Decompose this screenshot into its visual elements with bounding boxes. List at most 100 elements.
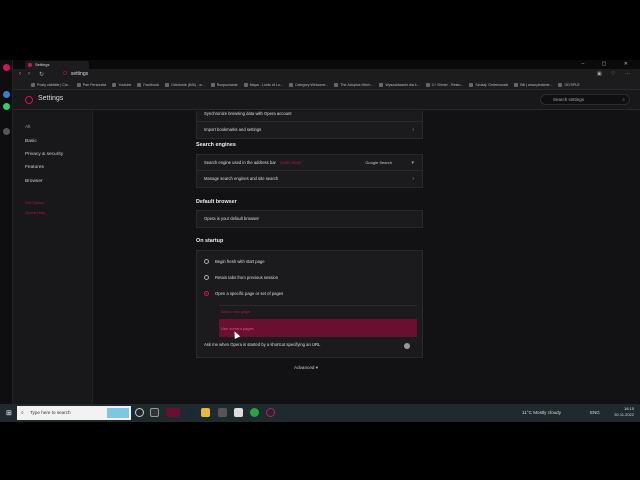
advanced-toggle[interactable]: Advanced ▾	[294, 365, 318, 371]
nav-section-label: Alt	[25, 125, 31, 130]
search-icon: ⌕	[622, 97, 625, 103]
task-view-icon[interactable]	[150, 408, 159, 417]
bookmark-favicon-icon	[425, 83, 430, 87]
chevron-right-icon: ›	[412, 127, 414, 133]
use-current-pages-row[interactable]: Use current pages	[219, 319, 417, 337]
back-arrow-icon[interactable]: ‹	[19, 71, 21, 77]
taskbar-search-input[interactable]: ⌕ Type here to search	[17, 406, 131, 420]
tab-strip: Settings – ▢ ✕	[13, 60, 640, 69]
opera-logo-icon	[25, 96, 33, 104]
nav-item-browser[interactable]: Browser	[25, 179, 43, 184]
desktop-screen: Settings – ▢ ✕ ‹ › ↻ Osettings ▣ ♡ ⋯ Pos…	[0, 60, 640, 422]
learn-more-link[interactable]: Learn more	[280, 160, 301, 165]
bookmark-favicon-icon	[137, 83, 142, 87]
bookmark-favicon-icon	[469, 83, 474, 87]
import-row[interactable]: Import bookmarks and settings ›	[197, 122, 422, 138]
radio-button[interactable]	[204, 259, 209, 265]
bookmark-item[interactable]: Wyszukiwanie dla k...	[379, 83, 420, 87]
bookmark-favicon-icon	[112, 83, 117, 87]
radio-button[interactable]	[204, 275, 209, 281]
xbox-icon[interactable]	[250, 408, 259, 417]
manage-search-engines-row[interactable]: Manage search engines and site search ›	[197, 171, 422, 187]
weather-widget[interactable]: 11°C Mostly cloudy	[522, 410, 561, 415]
settings-header: Settings Search settings ⌕	[13, 90, 640, 110]
bookmark-item[interactable]: Szukaj: Gmberowski	[469, 83, 508, 87]
startup-option-retain[interactable]: Retain tabs from previous session	[204, 275, 278, 281]
bookmark-favicon-icon	[558, 83, 563, 87]
search-engine-row[interactable]: Search engine used in the address bar Lea…	[197, 155, 422, 171]
ask-on-shortcut-toggle[interactable]	[404, 343, 410, 349]
windows-start-icon[interactable]: ⊞	[6, 409, 12, 417]
bookmark-favicon-icon	[288, 83, 293, 87]
bookmark-item[interactable]: Youtube	[112, 83, 131, 87]
on-startup-title: On startup	[196, 238, 224, 244]
chevron-right-icon: ›	[412, 176, 414, 182]
opera-logo-icon: O	[63, 71, 67, 77]
toolbar-icons[interactable]: ▣ ♡ ⋯	[597, 71, 634, 77]
default-browser-title: Default browser	[196, 199, 237, 205]
messenger-icon[interactable]	[3, 91, 10, 98]
url-field[interactable]: Osettings	[63, 71, 88, 77]
steam-icon[interactable]	[186, 408, 195, 417]
history-icon[interactable]	[3, 128, 10, 135]
bookmark-item[interactable]: Posty zabitełe | Clo...	[31, 83, 71, 87]
sync-row[interactable]: Synchronize browsing data with Opera acc…	[197, 111, 422, 122]
settings-tab-icon	[28, 63, 32, 67]
cortana-icon[interactable]	[135, 408, 144, 417]
search-engines-title: Search engines	[196, 142, 236, 148]
reload-icon[interactable]: ↻	[39, 71, 44, 78]
nav-item-features[interactable]: Features	[25, 165, 44, 170]
file-explorer-icon[interactable]	[201, 408, 210, 417]
add-new-page-link[interactable]: Add a new page	[221, 309, 250, 314]
default-browser-row: Opera is your default browser	[204, 216, 259, 221]
opera-menu-icon[interactable]	[3, 64, 10, 71]
settings-nav: Alt Basic Privacy & security Features Br…	[13, 111, 93, 404]
bookmark-item[interactable]: Facebook	[137, 83, 159, 87]
sync-card: Synchronize browsing data with Opera acc…	[196, 111, 423, 139]
bookmark-item[interactable]: C:\ Shmer - Resto...	[425, 83, 463, 87]
app-icon[interactable]	[218, 408, 227, 417]
bookmark-favicon-icon	[210, 83, 215, 87]
bookmark-favicon-icon	[165, 83, 170, 87]
window-controls[interactable]: – ▢ ✕	[582, 60, 636, 69]
tab-settings[interactable]: Settings	[25, 61, 89, 69]
bookmark-favicon-icon	[243, 83, 248, 87]
bookmarks-bar: Posty zabitełe | Clo... Pan Personeld Yout…	[13, 81, 640, 90]
bookmark-favicon-icon	[379, 83, 384, 87]
bookmark-item[interactable]: OD'SPLE	[558, 83, 580, 87]
bookmark-item[interactable]: Odstronie (840) - w...	[165, 83, 205, 87]
opera-gx-icon[interactable]	[266, 408, 275, 417]
bookmark-favicon-icon	[31, 83, 35, 87]
search-settings-input[interactable]: Search settings ⌕	[540, 94, 630, 105]
notes-icon[interactable]	[234, 408, 243, 417]
bookmark-favicon-icon	[76, 83, 81, 87]
default-browser-card: Opera is your default browser	[196, 210, 423, 228]
opera-sidebar	[0, 60, 13, 404]
on-startup-card: Begin fresh with start page Retain tabs …	[196, 250, 423, 358]
forward-arrow-icon[interactable]: ›	[28, 71, 30, 77]
get-opera-link[interactable]: Get Opera	[25, 200, 44, 205]
bookmark-item[interactable]: Category:Welcome...	[288, 83, 328, 87]
settings-main: Synchronize browsing data with Opera acc…	[94, 111, 640, 404]
bookmark-favicon-icon	[334, 83, 339, 87]
search-engines-card: Search engine used in the address bar Lea…	[196, 154, 423, 188]
tab-title: Settings	[35, 62, 50, 67]
bookmark-item[interactable]: Mapa - Lords of Lo...	[243, 83, 283, 87]
chevron-down-icon: ▾	[411, 160, 414, 166]
nav-item-privacy[interactable]: Privacy & security	[25, 152, 63, 157]
opera-help-link[interactable]: Opera Help	[25, 210, 45, 215]
bookmark-item[interactable]: Rozpoznanie	[210, 83, 238, 87]
search-engine-select[interactable]: Google Search	[365, 155, 392, 171]
radio-button-selected[interactable]	[204, 291, 209, 297]
bookmark-item[interactable]: Bill | www.piratede...	[514, 83, 552, 87]
opera-taskbar-icon[interactable]	[166, 408, 180, 417]
search-icon: ⌕	[21, 410, 24, 416]
clock[interactable]: 18:15 30.11.2022	[614, 406, 634, 418]
bookmark-item[interactable]: Pan Personeld	[76, 83, 106, 87]
nav-item-basic[interactable]: Basic	[25, 139, 37, 144]
bookmark-item[interactable]: The Adoptus Mech...	[334, 83, 373, 87]
startup-option-specific[interactable]: Open a specific page or set of pages	[204, 291, 283, 297]
whatsapp-icon[interactable]	[3, 103, 10, 110]
language-indicator[interactable]: ENG	[590, 410, 600, 415]
startup-option-fresh[interactable]: Begin fresh with start page	[204, 259, 265, 265]
